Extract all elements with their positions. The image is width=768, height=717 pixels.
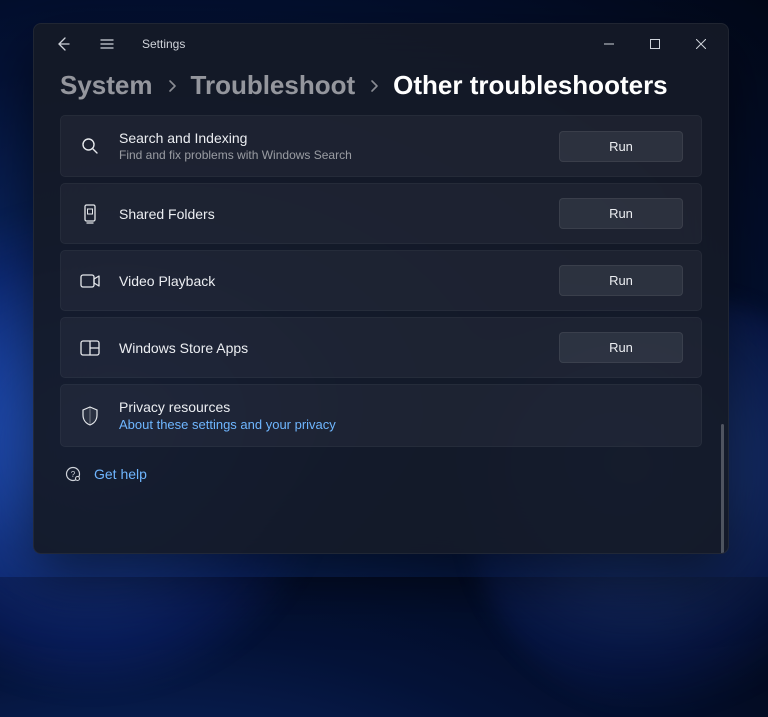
maximize-icon [650, 39, 660, 49]
privacy-resources-card[interactable]: Privacy resources About these settings a… [60, 384, 702, 447]
content-area: System Troubleshoot Other troubleshooter… [34, 64, 728, 553]
svg-text:?: ? [71, 470, 76, 479]
troubleshooter-title: Windows Store Apps [119, 340, 248, 356]
troubleshooter-video-playback[interactable]: Video Playback Run [60, 250, 702, 311]
chevron-right-icon [167, 79, 177, 93]
close-button[interactable] [678, 28, 724, 60]
shield-icon [79, 405, 101, 427]
get-help-label: Get help [94, 466, 147, 482]
troubleshooter-search-indexing[interactable]: Search and Indexing Find and fix problem… [60, 115, 702, 177]
run-button[interactable]: Run [559, 198, 683, 229]
run-button[interactable]: Run [559, 131, 683, 162]
run-button[interactable]: Run [559, 265, 683, 296]
troubleshooter-title: Search and Indexing [119, 130, 352, 146]
privacy-title: Privacy resources [119, 399, 336, 415]
shared-folders-icon [79, 203, 101, 225]
privacy-text: Privacy resources About these settings a… [119, 399, 336, 432]
minimize-button[interactable] [586, 28, 632, 60]
help-icon: ? [64, 465, 82, 483]
store-apps-icon [79, 337, 101, 359]
breadcrumb: System Troubleshoot Other troubleshooter… [60, 70, 702, 101]
troubleshooter-desc: Find and fix problems with Windows Searc… [119, 148, 352, 162]
back-arrow-icon [55, 36, 71, 52]
breadcrumb-system[interactable]: System [60, 70, 153, 101]
troubleshooter-title: Shared Folders [119, 206, 215, 222]
troubleshooter-text: Video Playback [119, 273, 215, 289]
troubleshooter-text: Windows Store Apps [119, 340, 248, 356]
close-icon [696, 39, 706, 49]
back-button[interactable] [44, 28, 82, 60]
troubleshooter-text: Search and Indexing Find and fix problem… [119, 130, 352, 162]
nav-menu-button[interactable] [88, 28, 126, 60]
troubleshooter-text: Shared Folders [119, 206, 215, 222]
app-title: Settings [142, 37, 185, 51]
maximize-button[interactable] [632, 28, 678, 60]
troubleshooter-title: Video Playback [119, 273, 215, 289]
titlebar: Settings [34, 24, 728, 64]
run-button[interactable]: Run [559, 332, 683, 363]
breadcrumb-troubleshoot[interactable]: Troubleshoot [191, 70, 356, 101]
troubleshooter-windows-store-apps[interactable]: Windows Store Apps Run [60, 317, 702, 378]
search-icon [79, 135, 101, 157]
chevron-right-icon [369, 79, 379, 93]
settings-window: Settings System Troubleshoot Other troub… [33, 23, 729, 554]
minimize-icon [604, 39, 614, 49]
hamburger-icon [99, 36, 115, 52]
privacy-link[interactable]: About these settings and your privacy [119, 417, 336, 432]
window-controls [586, 28, 724, 60]
titlebar-left: Settings [44, 28, 185, 60]
get-help-row[interactable]: ? Get help [60, 465, 702, 483]
video-icon [79, 270, 101, 292]
scrollbar-thumb[interactable] [721, 424, 724, 553]
breadcrumb-current: Other troubleshooters [393, 70, 667, 101]
troubleshooter-shared-folders[interactable]: Shared Folders Run [60, 183, 702, 244]
